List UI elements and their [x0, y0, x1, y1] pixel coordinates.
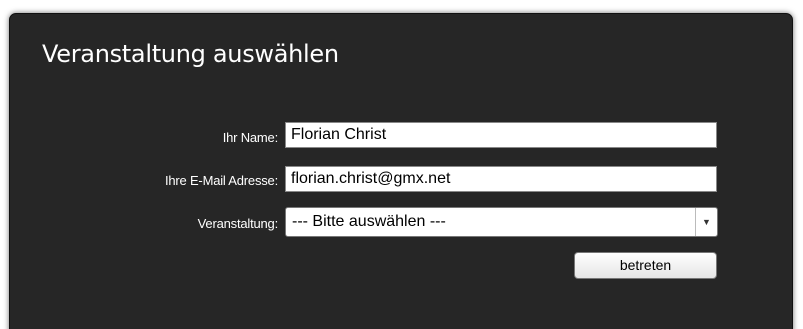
page-title: Veranstaltung auswählen — [42, 40, 339, 68]
page-frame: Veranstaltung auswählen Ihr Name: Floria… — [0, 0, 803, 329]
email-input[interactable]: florian.christ@gmx.net — [285, 166, 717, 192]
join-button[interactable]: betreten — [574, 252, 717, 279]
event-select[interactable]: --- Bitte auswählen --- ▼ — [285, 207, 718, 237]
chevron-down-icon[interactable]: ▼ — [695, 208, 717, 236]
event-select-value: --- Bitte auswählen --- — [292, 213, 446, 230]
event-label: Veranstaltung: — [197, 216, 279, 231]
name-input[interactable]: Florian Christ — [285, 122, 717, 148]
name-label: Ihr Name: — [222, 130, 278, 145]
email-label: Ihre E-Mail Adresse: — [164, 173, 278, 188]
